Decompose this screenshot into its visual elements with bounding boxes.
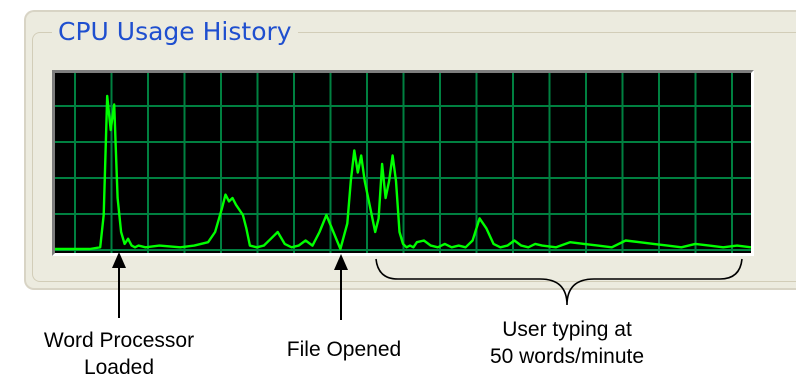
user-typing-brace bbox=[375, 258, 743, 306]
word-processor-loaded-line2: Loaded bbox=[83, 356, 155, 379]
user-typing-line2: 50 words/minute bbox=[489, 345, 645, 368]
file-opened-label: File Opened bbox=[264, 336, 424, 363]
word-processor-loaded-label: Word Processor Loaded bbox=[26, 327, 212, 381]
word-processor-loaded-line1: Word Processor bbox=[43, 329, 195, 352]
user-typing-label: User typing at 50 words/minute bbox=[462, 316, 672, 370]
file-opened-arrow-head bbox=[334, 254, 348, 270]
annotation-overlay bbox=[112, 252, 743, 320]
word-processor-arrow-head bbox=[112, 252, 126, 268]
user-typing-line1: User typing at bbox=[502, 318, 632, 341]
file-opened-line1: File Opened bbox=[286, 338, 402, 361]
